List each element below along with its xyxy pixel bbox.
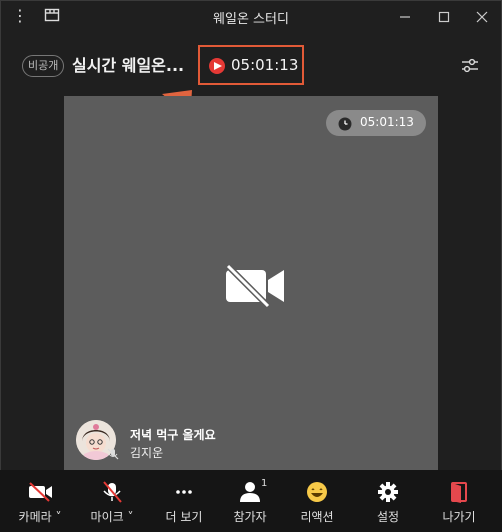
exit-door-icon: [424, 480, 494, 504]
camera-label: 카메라 ˅: [18, 510, 62, 524]
video-tile[interactable]: 05:01:13 저녁 먹구 올게요 김지운: [64, 96, 438, 470]
sliders-icon[interactable]: [461, 58, 479, 78]
room-title: 실시간 웨일온...: [72, 56, 185, 75]
bottom-toolbar: 카메라 ˅ 마이크 ˅ 더 보기 1 참가자 리액션 설정 나가기: [0, 470, 502, 532]
participant-count: 1: [261, 478, 268, 489]
room-header: 비공개 실시간 웨일온... 05:01:13: [0, 32, 502, 94]
mic-off-icon: [77, 480, 147, 504]
window-title: 웨일온 스터디: [213, 12, 289, 27]
clock-icon: [338, 116, 352, 135]
camera-off-icon: [5, 480, 75, 504]
settings-button[interactable]: 설정: [353, 470, 423, 532]
video-timer-pill: 05:01:13: [326, 110, 426, 136]
record-play-icon: [209, 58, 225, 74]
smile-emoji-icon: [282, 480, 352, 504]
more-dots-icon: [149, 480, 219, 504]
more-label: 더 보기: [165, 510, 203, 524]
participants-button[interactable]: 1 참가자: [215, 470, 285, 532]
maximize-icon[interactable]: [437, 9, 451, 23]
minimize-icon[interactable]: [398, 9, 412, 23]
reaction-button[interactable]: 리액션: [282, 470, 352, 532]
video-timer-text: 05:01:13: [360, 115, 414, 129]
mic-muted-icon: [106, 446, 120, 460]
mic-label: 마이크 ˅: [90, 510, 134, 524]
participants-label: 참가자: [233, 510, 267, 524]
participant-name: 김지운: [130, 446, 164, 460]
participant-status-message: 저녁 먹구 올게요: [130, 428, 216, 442]
gear-icon: [353, 480, 423, 504]
leave-label: 나가기: [442, 510, 476, 524]
more-button[interactable]: 더 보기: [149, 470, 219, 532]
reaction-label: 리액션: [300, 510, 334, 524]
camera-off-icon: [224, 263, 286, 312]
live-timer-highlight: 05:01:13: [198, 45, 304, 85]
close-icon[interactable]: [475, 9, 489, 23]
mic-button[interactable]: 마이크 ˅: [77, 470, 147, 532]
person-icon: [215, 480, 285, 504]
live-elapsed-time: 05:01:13: [231, 56, 299, 74]
settings-label: 설정: [376, 510, 400, 524]
private-badge: 비공개: [22, 55, 65, 77]
leave-button[interactable]: 나가기: [424, 470, 494, 532]
camera-button[interactable]: 카메라 ˅: [5, 470, 75, 532]
title-bar: ⋮ 웨일온 스터디: [0, 0, 502, 32]
